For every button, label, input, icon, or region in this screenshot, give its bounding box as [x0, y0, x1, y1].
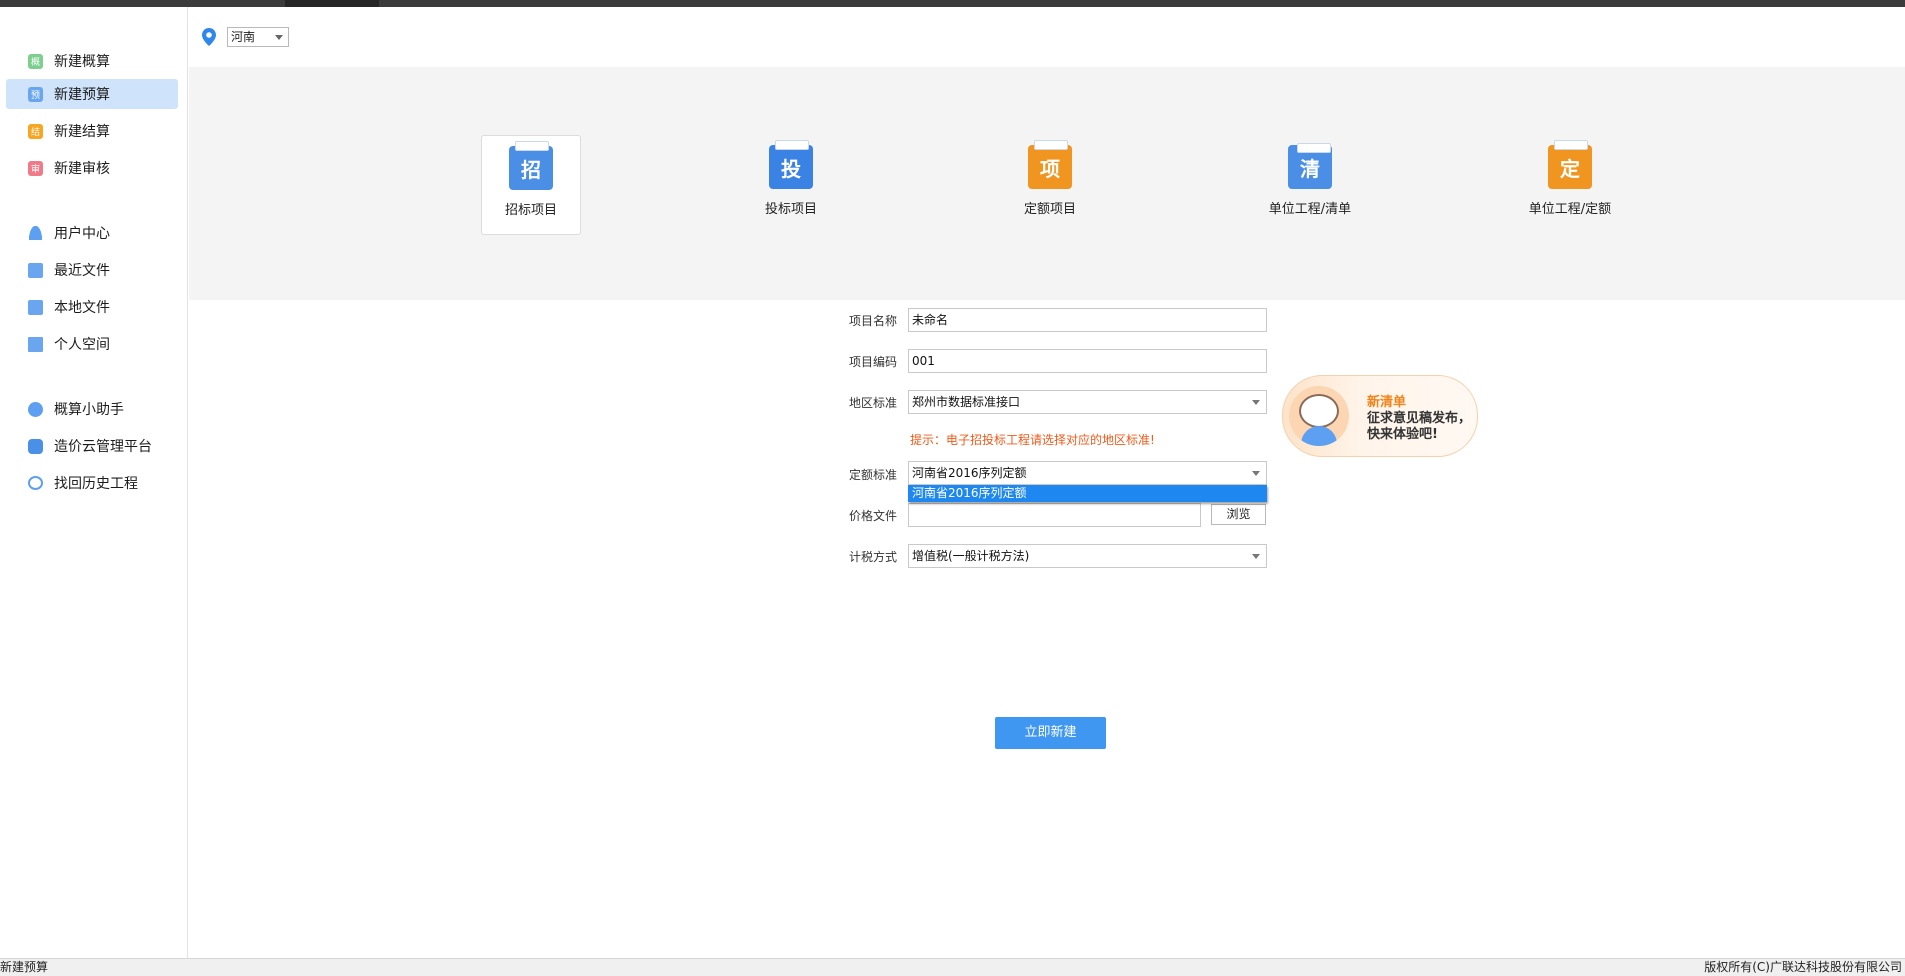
sidebar-item-recent-files[interactable]: 最近文件 [6, 255, 178, 285]
tax-method-label: 计税方式 [849, 550, 898, 564]
promo-text: 征求意见稿发布，快来体验吧! [1367, 411, 1472, 442]
sidebar-item-label: 新建预算 [54, 87, 110, 103]
region-standard-hint: 提示：电子招投标工程请选择对应的地区标准! [910, 433, 1155, 447]
project-type-label: 定额项目 [1023, 202, 1076, 217]
user-icon [28, 226, 43, 241]
project-type-label: 单位工程/清单 [1268, 202, 1352, 217]
project-type-bid[interactable]: 投 投标项目 [741, 135, 841, 235]
sidebar-item-estimate-assistant[interactable]: 概算小助手 [6, 394, 178, 424]
price-file-label: 价格文件 [849, 509, 898, 523]
region-select-value: 河南 [231, 30, 256, 44]
sidebar-item-new-budget[interactable]: 预 新建预算 [6, 79, 178, 109]
sidebar-item-label: 新建审核 [54, 161, 110, 177]
project-type-unit-quota[interactable]: 定 单位工程/定额 [1520, 135, 1620, 235]
quota-standard-select[interactable]: 河南省2016序列定额 [908, 461, 1267, 485]
project-code-label: 项目编码 [849, 355, 898, 369]
sidebar-item-user-center[interactable]: 用户中心 [6, 218, 178, 248]
unit-quota-icon: 定 [1548, 140, 1592, 189]
project-name-value: 未命名 [912, 313, 949, 327]
chevron-down-icon [1252, 471, 1260, 476]
region-bar [190, 7, 1905, 67]
sidebar-item-local-files[interactable]: 本地文件 [6, 292, 178, 322]
estimate-icon: 概 [28, 53, 43, 69]
price-file-input[interactable] [908, 503, 1201, 527]
quota-standard-option[interactable]: 河南省2016序列定额 [908, 485, 1267, 502]
assistant-icon [28, 401, 43, 417]
sidebar-item-history-projects[interactable]: 找回历史工程 [6, 468, 178, 498]
chevron-down-icon [1252, 400, 1260, 405]
quota-standard-value: 河南省2016序列定额 [912, 466, 1027, 480]
region-standard-select[interactable]: 郑州市数据标准接口 [908, 390, 1267, 414]
new-list-promo-banner[interactable]: 新清单 征求意见稿发布，快来体验吧! [1282, 375, 1478, 457]
sidebar-item-label: 个人空间 [54, 337, 110, 353]
tax-method-select[interactable]: 增值税(一般计税方法) [908, 544, 1267, 568]
mascot-icon [1289, 386, 1349, 446]
project-type-tender[interactable]: 招 招标项目 [481, 135, 581, 235]
recent-files-icon [28, 262, 43, 278]
unit-list-icon: 清 [1288, 143, 1332, 189]
sidebar-item-new-audit[interactable]: 审 新建审核 [6, 153, 178, 183]
create-now-button[interactable]: 立即新建 [995, 717, 1106, 749]
sidebar-item-label: 造价云管理平台 [54, 439, 152, 455]
active-tab-indicator [285, 0, 379, 7]
local-files-icon [28, 299, 43, 315]
project-type-label: 招标项目 [504, 203, 557, 218]
region-select[interactable]: 河南 [227, 27, 289, 47]
window-top-bar [0, 0, 1905, 7]
history-icon [28, 476, 43, 490]
budget-icon: 预 [28, 86, 43, 102]
cloud-platform-icon [28, 438, 43, 454]
personal-space-icon [28, 336, 43, 352]
location-pin-icon [202, 28, 216, 46]
project-type-quota[interactable]: 项 定额项目 [1000, 135, 1100, 235]
status-bar: 新建预算 版权所有(C)广联达科技股份有限公司 [0, 958, 1905, 976]
tax-method-value: 增值税(一般计税方法) [912, 549, 1030, 563]
region-standard-label: 地区标准 [849, 396, 898, 410]
status-left-text: 新建预算 [0, 960, 49, 974]
project-type-unit-list[interactable]: 清 单位工程/清单 [1260, 135, 1360, 235]
settlement-icon: 结 [28, 123, 43, 139]
bid-project-icon: 投 [769, 140, 813, 189]
project-type-label: 投标项目 [764, 202, 817, 217]
sidebar-item-label: 概算小助手 [54, 402, 124, 418]
sidebar-item-label: 找回历史工程 [54, 476, 138, 492]
chevron-down-icon [275, 35, 283, 40]
sidebar-item-label: 用户中心 [54, 226, 110, 242]
sidebar-item-cloud-platform[interactable]: 造价云管理平台 [6, 431, 178, 461]
sidebar-item-label: 新建结算 [54, 124, 110, 140]
project-code-value: 001 [912, 354, 935, 368]
project-code-input[interactable]: 001 [908, 349, 1267, 373]
chevron-down-icon [1252, 554, 1260, 559]
sidebar-item-personal-space[interactable]: 个人空间 [6, 329, 178, 359]
project-name-label: 项目名称 [849, 314, 898, 328]
quota-standard-label: 定额标准 [849, 468, 898, 482]
region-standard-value: 郑州市数据标准接口 [912, 395, 1021, 409]
project-type-label: 单位工程/定额 [1528, 202, 1612, 217]
tender-project-icon: 招 [509, 141, 553, 190]
promo-title: 新清单 [1367, 395, 1407, 410]
browse-button[interactable]: 浏览 [1211, 504, 1266, 525]
sidebar-item-label: 最近文件 [54, 263, 110, 279]
quota-project-icon: 项 [1028, 140, 1072, 189]
sidebar-item-new-estimate[interactable]: 概 新建概算 [6, 46, 178, 76]
project-name-input[interactable]: 未命名 [908, 308, 1267, 332]
audit-icon: 审 [28, 160, 43, 176]
sidebar: 概 新建概算 预 新建预算 结 新建结算 审 新建审核 用户中心 最近文件 本地… [0, 7, 188, 958]
sidebar-item-label: 本地文件 [54, 300, 110, 316]
sidebar-item-label: 新建概算 [54, 54, 110, 70]
copyright-text: 版权所有(C)广联达科技股份有限公司 [1704, 960, 1902, 974]
sidebar-item-new-settlement[interactable]: 结 新建结算 [6, 116, 178, 146]
